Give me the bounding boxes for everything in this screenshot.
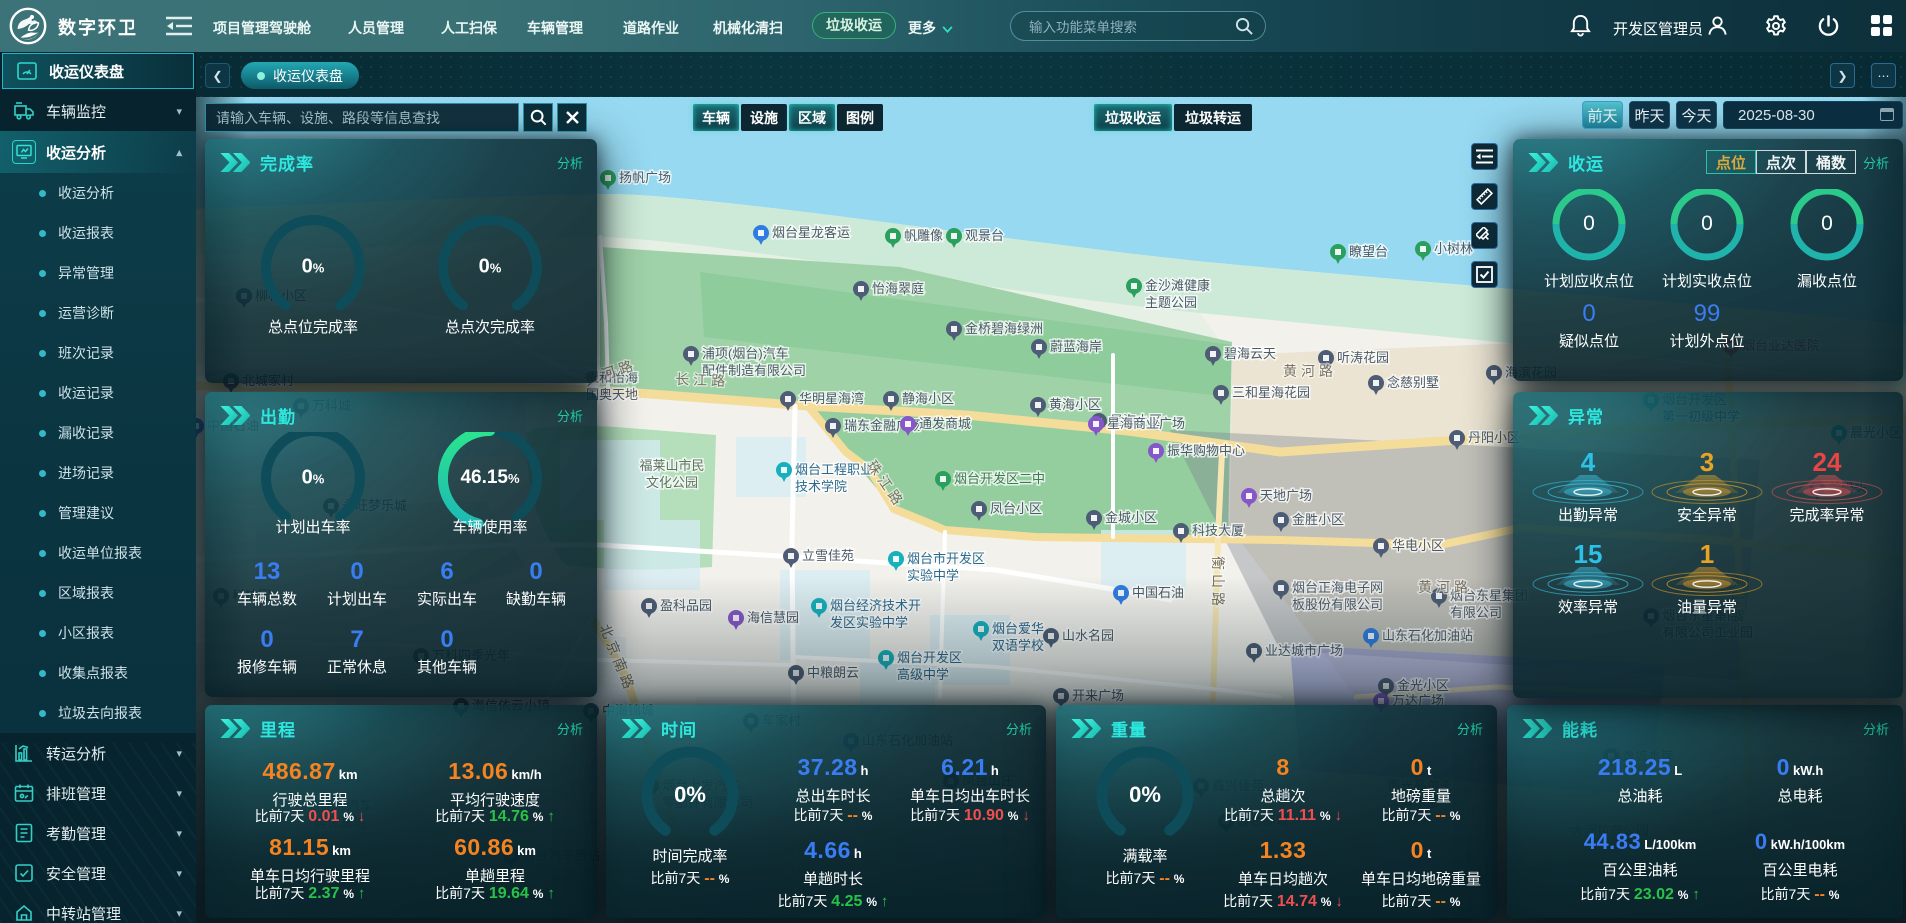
svg-text:立雪佳苑: 立雪佳苑 [802,548,854,563]
svg-text:怡海翠庭: 怡海翠庭 [872,281,924,296]
svg-text:烟台开发区: 烟台开发区 [897,650,962,665]
svg-text:华明星海湾: 华明星海湾 [799,391,864,406]
svg-text:瞭望台: 瞭望台 [1349,244,1388,259]
svg-text:海信慧园: 海信慧园 [747,610,799,625]
svg-text:帆雕像: 帆雕像 [904,228,943,243]
svg-text:发区实验中学: 发区实验中学 [830,615,908,630]
svg-text:双语学校: 双语学校 [992,638,1044,653]
svg-text:黄河路: 黄河路 [1283,363,1337,379]
svg-text:中国石油: 中国石油 [1132,585,1184,600]
svg-text:衡山路: 衡山路 [1210,556,1226,610]
svg-text:有限公司: 有限公司 [1450,605,1502,620]
svg-text:金光小区: 金光小区 [1397,678,1449,693]
svg-text:山东石化加油站: 山东石化加油站 [1382,628,1473,643]
svg-text:业达城市广场: 业达城市广场 [1265,643,1343,658]
svg-text:蔚蓝海岸: 蔚蓝海岸 [1050,339,1102,354]
svg-text:长江路: 长江路 [675,371,730,389]
svg-text:三和星海花园: 三和星海花园 [1232,385,1310,400]
svg-text:黄河路: 黄河路 [1418,579,1472,595]
svg-text:星海商业广场: 星海商业广场 [1107,416,1185,431]
svg-text:念慈别墅: 念慈别墅 [1387,375,1439,390]
svg-text:天地广场: 天地广场 [1260,488,1312,503]
svg-text:烟台正海电子网: 烟台正海电子网 [1292,580,1383,595]
svg-text:烟台爱华: 烟台爱华 [992,621,1044,636]
svg-text:烟台市开发区: 烟台市开发区 [907,551,985,566]
svg-text:科技大厦: 科技大厦 [1192,523,1244,538]
svg-text:碧海云天: 碧海云天 [1224,346,1276,361]
svg-text:小树林: 小树林 [1434,241,1473,256]
svg-text:金沙滩健康: 金沙滩健康 [1145,278,1210,293]
svg-text:盈科品园: 盈科品园 [660,598,712,613]
svg-text:高级中学: 高级中学 [897,667,949,682]
svg-text:福莱山市民: 福莱山市民 [639,458,704,473]
svg-text:山水名园: 山水名园 [1062,628,1114,643]
svg-text:静海小区: 静海小区 [902,391,954,406]
svg-text:观景台: 观景台 [965,228,1004,243]
svg-text:主题公园: 主题公园 [1145,295,1197,310]
svg-text:文化公园: 文化公园 [646,475,698,490]
svg-text:实验中学: 实验中学 [907,568,959,583]
svg-text:通发商城: 通发商城 [919,416,971,431]
svg-text:开来广场: 开来广场 [1072,688,1124,703]
svg-text:技术学院: 技术学院 [795,479,847,494]
svg-text:振华购物中心: 振华购物中心 [1167,443,1245,458]
svg-text:浦项(烟台)汽车: 浦项(烟台)汽车 [702,346,789,361]
svg-text:烟台开发区二中: 烟台开发区二中 [954,471,1045,486]
svg-text:凤台小区: 凤台小区 [990,501,1042,516]
svg-text:金胜小区: 金胜小区 [1292,512,1344,527]
svg-text:黄海小区: 黄海小区 [1049,397,1101,412]
svg-text:中粮朗云: 中粮朗云 [807,665,859,680]
svg-text:华电小区: 华电小区 [1392,538,1444,553]
svg-text:金桥碧海绿洲: 金桥碧海绿洲 [965,321,1043,336]
svg-text:金城小区: 金城小区 [1105,510,1157,525]
svg-text:烟台工程职业: 烟台工程职业 [795,462,873,477]
svg-text:板股份有限公司: 板股份有限公司 [1292,597,1383,612]
svg-text:扬帆广场: 扬帆广场 [619,170,671,185]
svg-text:烟台经济技术开: 烟台经济技术开 [830,598,921,613]
svg-text:听涛花园: 听涛花园 [1337,350,1389,365]
svg-text:烟台星龙客运: 烟台星龙客运 [772,225,850,240]
